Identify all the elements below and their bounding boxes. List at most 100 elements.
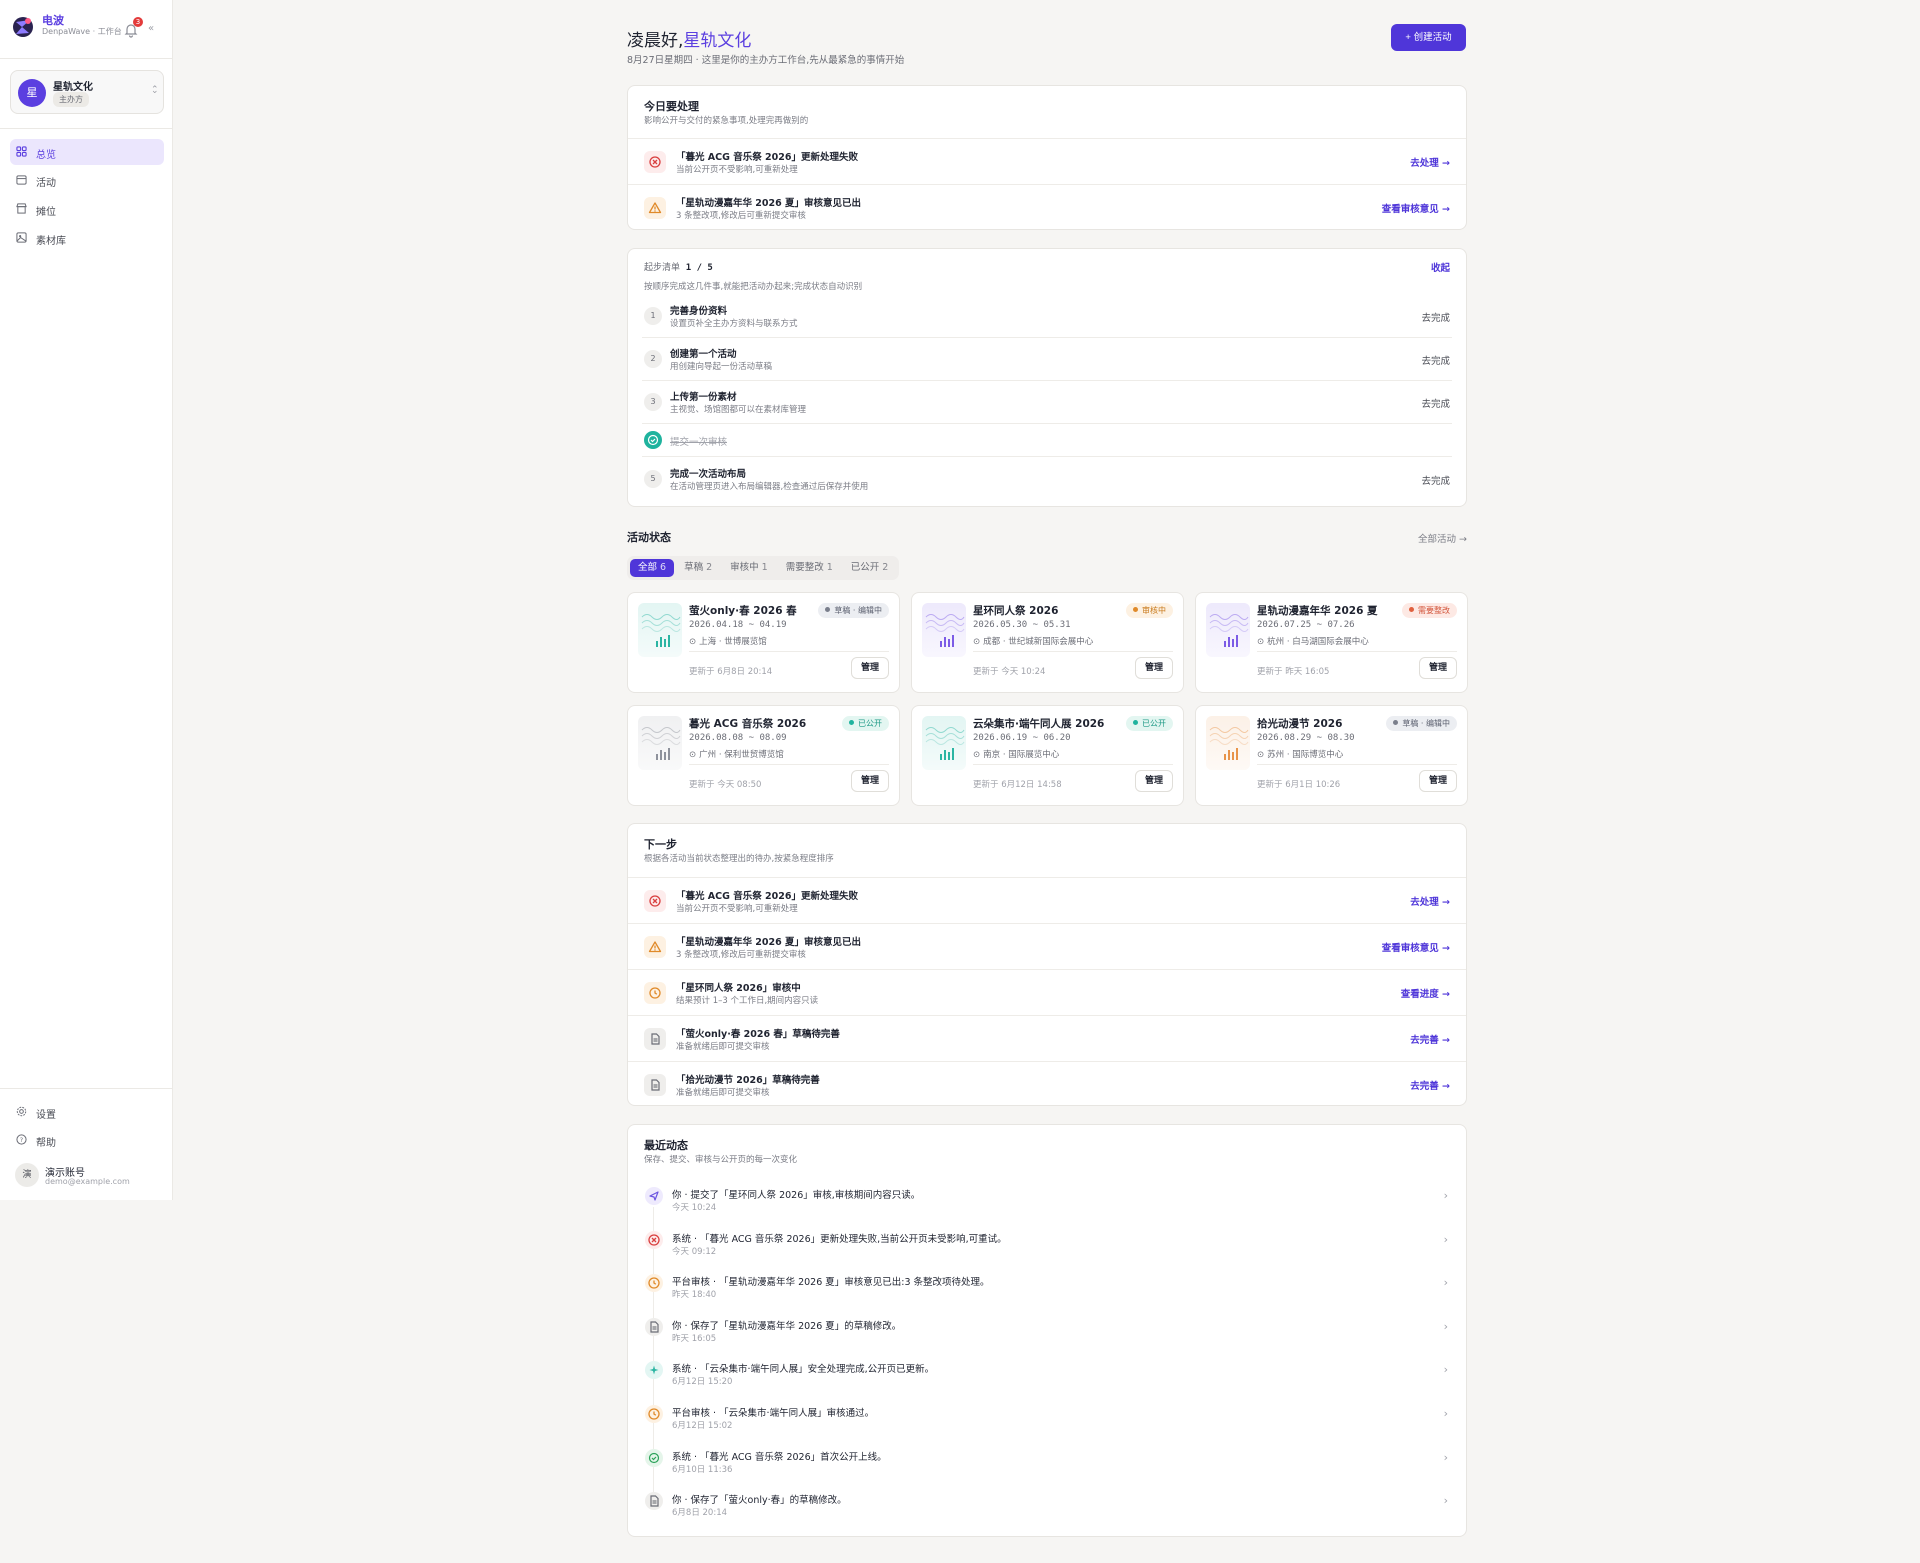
sidebar-item-label: 活动 [36, 178, 56, 189]
chevron-right-icon: › [1443, 1407, 1448, 1420]
event-location-text: 杭州 · 白马湖国际会展中心 [1267, 637, 1369, 647]
chevron-right-icon: › [1443, 1189, 1448, 1202]
tab-all[interactable]: 全部 6 [630, 559, 675, 577]
clock-icon [644, 982, 666, 1004]
grid-icon [16, 146, 27, 157]
event-dates: 2026.07.25 ~ 07.26 [1257, 620, 1355, 630]
collapse-sidebar-icon[interactable]: « [148, 23, 154, 34]
tab-draft[interactable]: 草稿 2 [676, 559, 720, 577]
svg-text:?: ? [20, 1136, 23, 1144]
list-item[interactable]: 「星轨动漫嘉年华 2026 夏」审核意见已出 3 条整改项,修改后可重新提交审核… [628, 184, 1466, 230]
divider [0, 1088, 173, 1089]
checklist-step[interactable]: 1 完善身份资料 设置页补全主办方资料与联系方式 去完成 [628, 295, 1466, 337]
status-badge-label: 已公开 [1142, 719, 1166, 728]
tab-needs-fix[interactable]: 需要整改 1 [778, 559, 841, 577]
event-card[interactable]: 萤火only·春 2026 春 草稿 · 编辑中 2026.04.18 ~ 04… [627, 592, 900, 693]
event-location-text: 苏州 · 国际博览中心 [1267, 750, 1344, 760]
manage-button[interactable]: 管理 [851, 770, 889, 792]
all-events-link[interactable]: 全部活动 → [1418, 531, 1467, 545]
sidebar-item-settings[interactable]: 设置 [10, 1099, 164, 1125]
event-thumbnail [922, 603, 966, 657]
item-action-link[interactable]: 去完善 → [1410, 1078, 1450, 1092]
step-action[interactable]: 去完成 [1421, 473, 1450, 487]
step-subtitle: 设置页补全主办方资料与联系方式 [670, 319, 798, 329]
user-email: demo@example.com [45, 1177, 130, 1186]
step-action[interactable]: 去完成 [1421, 353, 1450, 367]
divider [1257, 764, 1457, 765]
event-card[interactable]: 拾光动漫节 2026 草稿 · 编辑中 2026.08.29 ~ 08.30 ⊙… [1195, 705, 1468, 806]
manage-button[interactable]: 管理 [1135, 657, 1173, 679]
sidebar-item-help[interactable]: ? 帮助 [10, 1127, 164, 1153]
collapse-button[interactable]: 收起 [1431, 260, 1450, 274]
item-action-link[interactable]: 去处理 → [1410, 155, 1450, 169]
divider [689, 764, 889, 765]
step-action[interactable]: 去完成 [1421, 396, 1450, 410]
sidebar-item-events[interactable]: 活动 [10, 167, 164, 193]
event-updated: 更新于 6月1日 10:26 [1257, 780, 1341, 790]
checklist-step[interactable]: 3 上传第一份素材 主视觉、场馆图都可以在素材库管理 去完成 [642, 380, 1452, 423]
warning-icon [644, 197, 666, 219]
step-subtitle: 在活动管理页进入布局编辑器,检查通过后保存并使用 [670, 482, 869, 492]
feed-item[interactable]: 你 · 保存了「星轨动漫嘉年华 2026 夏」的草稿修改。 昨天 16:05 › [628, 1310, 1466, 1353]
list-item[interactable]: 「萤火only·春 2026 春」草稿待完善 准备就绪后即可提交审核 去完善 → [628, 1015, 1466, 1061]
item-action-link[interactable]: 查看审核意见 → [1382, 201, 1450, 215]
status-badge-label: 需要整改 [1418, 606, 1450, 615]
item-action-link[interactable]: 去处理 → [1410, 894, 1450, 908]
item-action-link[interactable]: 查看审核意见 → [1382, 940, 1450, 954]
event-card[interactable]: 星轨动漫嘉年华 2026 夏 需要整改 2026.07.25 ~ 07.26 ⊙… [1195, 592, 1468, 693]
list-item[interactable]: 「星环同人祭 2026」审核中 结果预计 1–3 个工作日,期间内容只读 查看进… [628, 969, 1466, 1015]
status-tabs: 全部 6 草稿 2 审核中 1 需要整改 1 已公开 2 [627, 556, 900, 580]
feed-time: 6月12日 15:02 [672, 1421, 733, 1431]
item-title: 「暮光 ACG 音乐祭 2026」更新处理失败 [676, 891, 858, 902]
event-card[interactable]: 云朵集市·端午同人展 2026 已公开 2026.06.19 ~ 06.20 ⊙… [911, 705, 1184, 806]
chevron-right-icon: › [1443, 1494, 1448, 1508]
tab-public[interactable]: 已公开 2 [843, 559, 897, 577]
divider [0, 58, 173, 59]
feed-item[interactable]: 系统 · 「暮光 ACG 音乐祭 2026」首次公开上线。 6月10日 11:3… [628, 1441, 1466, 1484]
manage-button[interactable]: 管理 [1135, 770, 1173, 792]
checklist-step[interactable]: 5 完成一次活动布局 在活动管理页进入布局编辑器,检查通过后保存并使用 去完成 [642, 456, 1452, 500]
feed-item[interactable]: 系统 · 「暮光 ACG 音乐祭 2026」更新处理失败,当前公开页未受影响,可… [628, 1223, 1466, 1266]
tab-reviewing[interactable]: 审核中 1 [722, 559, 776, 577]
sidebar-item-label: 帮助 [36, 1138, 56, 1149]
chevron-right-icon: › [1443, 1363, 1448, 1377]
event-thumbnail [1206, 603, 1250, 657]
card-subtitle: 根据各活动当前状态整理出的待办,按紧急程度排序 [644, 854, 834, 864]
event-card[interactable]: 星环同人祭 2026 审核中 2026.05.30 ~ 05.31 ⊙ 成都 · … [911, 592, 1184, 693]
manage-button[interactable]: 管理 [1419, 770, 1457, 792]
sidebar-item-overview[interactable]: 总览 [10, 139, 164, 165]
feed-time: 昨天 16:05 [672, 1333, 717, 1344]
tab-label: 需要整改 [785, 562, 824, 573]
item-action-link[interactable]: 查看进度 → [1401, 986, 1450, 1000]
feed-item[interactable]: 平台审核 · 「云朵集市·端午同人展」审核通过。 6月12日 15:02 › [628, 1397, 1466, 1440]
step-action[interactable]: 去完成 [1421, 310, 1450, 324]
org-switcher[interactable]: 星 星轨文化 主办方 ⌃ ⌄ [10, 70, 164, 114]
feed-item[interactable]: 你 · 提交了「星环同人祭 2026」审核,审核期间内容只读。 今天 10:24… [628, 1179, 1466, 1222]
list-item[interactable]: 「暮光 ACG 音乐祭 2026」更新处理失败 当前公开页不受影响,可重新处理 … [628, 138, 1466, 184]
list-item[interactable]: 「暮光 ACG 音乐祭 2026」更新处理失败 当前公开页不受影响,可重新处理 … [628, 877, 1466, 923]
list-item[interactable]: 「星轨动漫嘉年华 2026 夏」审核意见已出 3 条整改项,修改后可重新提交审核… [628, 923, 1466, 969]
item-title: 「暮光 ACG 音乐祭 2026」更新处理失败 [676, 152, 858, 163]
greeting-org: 星轨文化 [683, 31, 752, 51]
event-location: ⊙ 广州 · 保利世贸博览馆 [689, 748, 784, 760]
event-card[interactable]: 暮光 ACG 音乐祭 2026 已公开 2026.08.08 ~ 08.09 ⊙… [627, 705, 900, 806]
sidebar-item-assets[interactable]: 素材库 [10, 225, 164, 251]
feed-item[interactable]: 系统 · 「云朵集市·端午同人展」安全处理完成,公开页已更新。 6月12日 15… [628, 1353, 1466, 1396]
store-icon [16, 203, 27, 214]
feed-item[interactable]: 你 · 保存了「萤火only·春」的草稿修改。 6月8日 20:14 › [628, 1484, 1466, 1527]
org-avatar: 星 [18, 79, 46, 107]
divider [689, 651, 889, 652]
event-updated: 更新于 6月12日 14:58 [973, 780, 1062, 790]
feed-item[interactable]: 平台审核 · 「星轨动漫嘉年华 2026 夏」审核意见已出:3 条整改项待处理。… [628, 1266, 1466, 1309]
create-event-button[interactable]: + 创建活动 [1391, 24, 1466, 51]
manage-button[interactable]: 管理 [851, 657, 889, 679]
sidebar-item-booths[interactable]: 摊位 [10, 196, 164, 222]
manage-button[interactable]: 管理 [1419, 657, 1457, 679]
brand[interactable]: 电波 DenpaWave · 工作台 [10, 12, 165, 48]
divider [0, 128, 173, 129]
checklist-step[interactable]: 2 创建第一个活动 用创建向导起一份活动草稿 去完成 [642, 337, 1452, 380]
event-location-text: 广州 · 保利世贸博览馆 [699, 750, 784, 760]
item-action-link[interactable]: 去完善 → [1410, 1032, 1450, 1046]
list-item[interactable]: 「拾光动漫节 2026」草稿待完善 准备就绪后即可提交审核 去完善 → [628, 1061, 1466, 1107]
step-number: 3 [644, 393, 662, 411]
